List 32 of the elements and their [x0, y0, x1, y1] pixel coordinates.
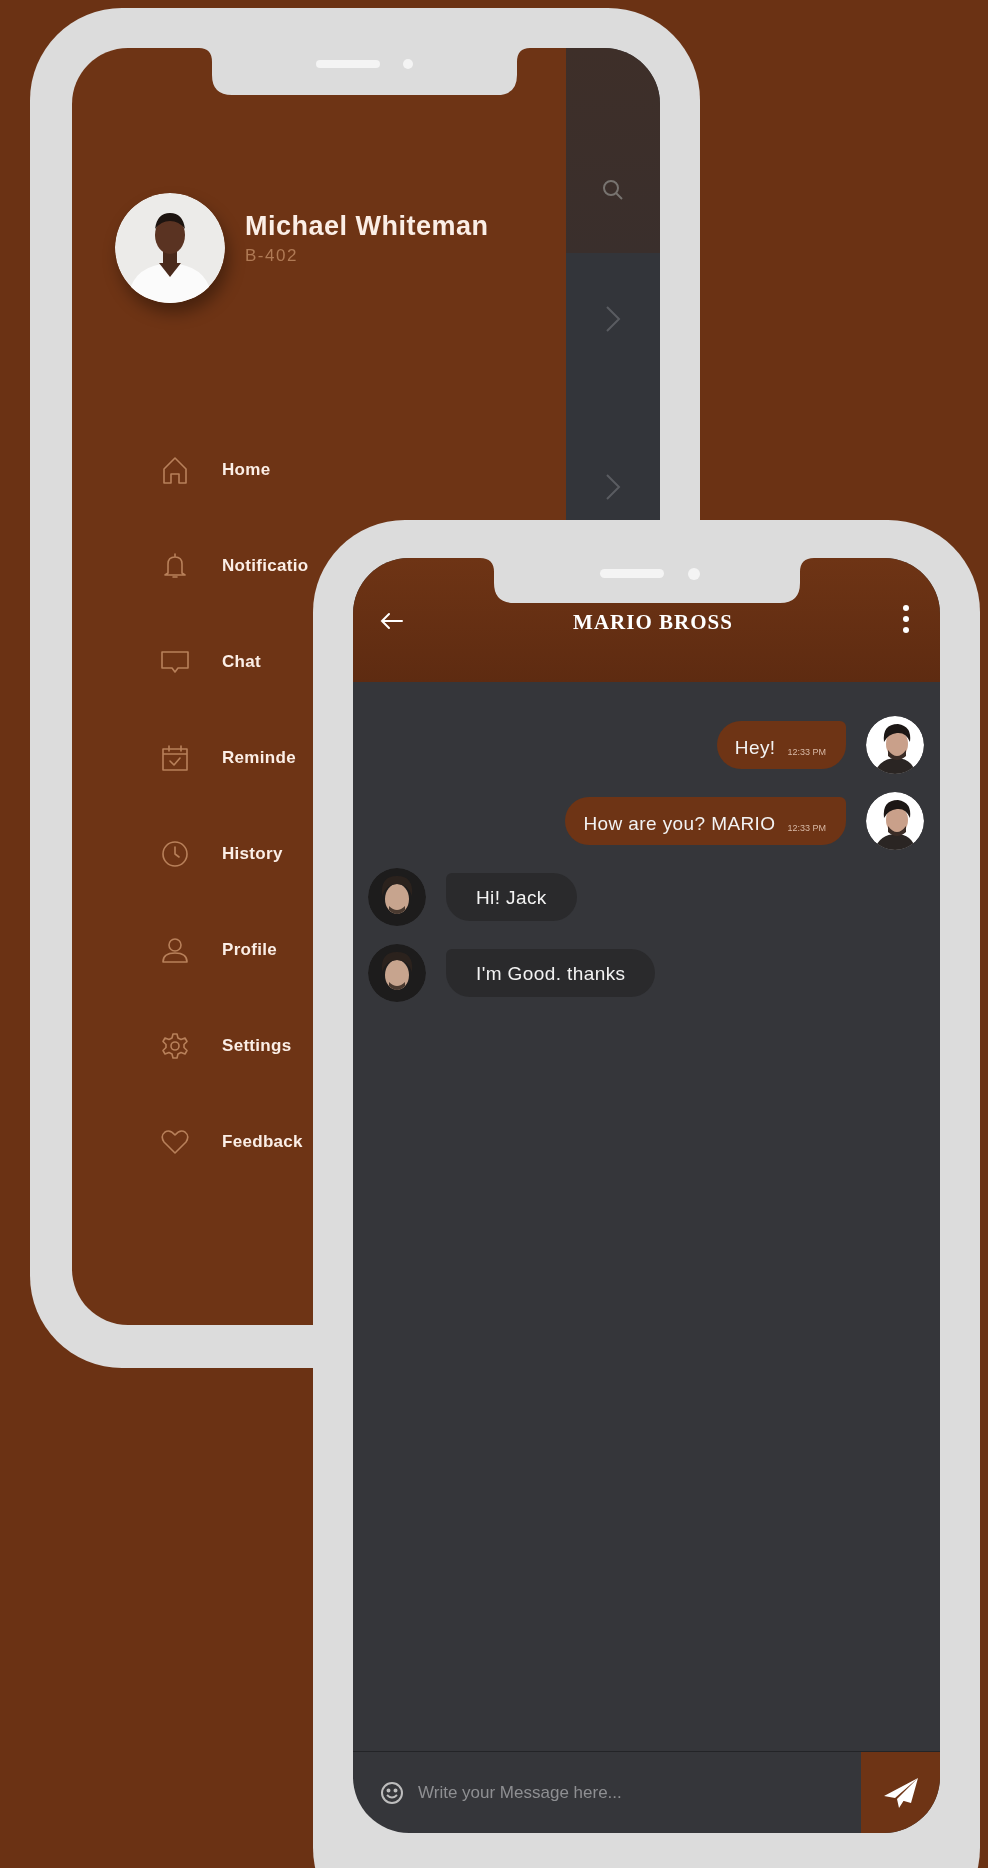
message-time: 12:33 PM	[787, 823, 826, 833]
message-text: I'm Good. thanks	[476, 963, 626, 985]
chevron-icon	[605, 305, 621, 333]
menu-item[interactable]: Settings	[222, 1036, 292, 1056]
calendar-icon[interactable]	[160, 743, 190, 773]
menu-item[interactable]: Home	[222, 460, 271, 480]
user-name: Michael Whiteman	[245, 210, 489, 242]
search-icon[interactable]	[601, 178, 625, 202]
menu-item[interactable]: History	[222, 844, 283, 864]
chat-title: MARIO BROSS	[573, 610, 733, 635]
message-text: Hi! Jack	[476, 887, 547, 909]
more-menu-icon[interactable]	[902, 604, 910, 634]
user-unit: B-402	[245, 245, 299, 266]
menu-item[interactable]: Feedback	[222, 1132, 303, 1152]
paper-plane-icon	[882, 1776, 919, 1809]
gear-icon[interactable]	[160, 1031, 190, 1061]
menu-item[interactable]: Chat	[222, 652, 261, 672]
message-time: 12:33 PM	[787, 747, 826, 757]
menu-item[interactable]: Notificatio	[222, 556, 309, 576]
menu-item[interactable]: Profile	[222, 940, 277, 960]
chevron-icon	[605, 473, 621, 501]
home-icon[interactable]	[160, 455, 190, 485]
clock-icon[interactable]	[160, 839, 190, 869]
message-text: Hey!	[734, 737, 776, 759]
menu-item[interactable]: Reminde	[222, 748, 296, 768]
send-button[interactable]	[861, 1752, 940, 1833]
person-icon[interactable]	[160, 935, 190, 965]
message-text: How are you? MARIO	[583, 813, 776, 835]
heart-icon[interactable]	[160, 1127, 190, 1157]
back-arrow-icon[interactable]	[380, 612, 404, 630]
message-input-field[interactable]: Write your Message here...	[416, 1781, 861, 1804]
smiley-icon[interactable]	[380, 1780, 404, 1805]
